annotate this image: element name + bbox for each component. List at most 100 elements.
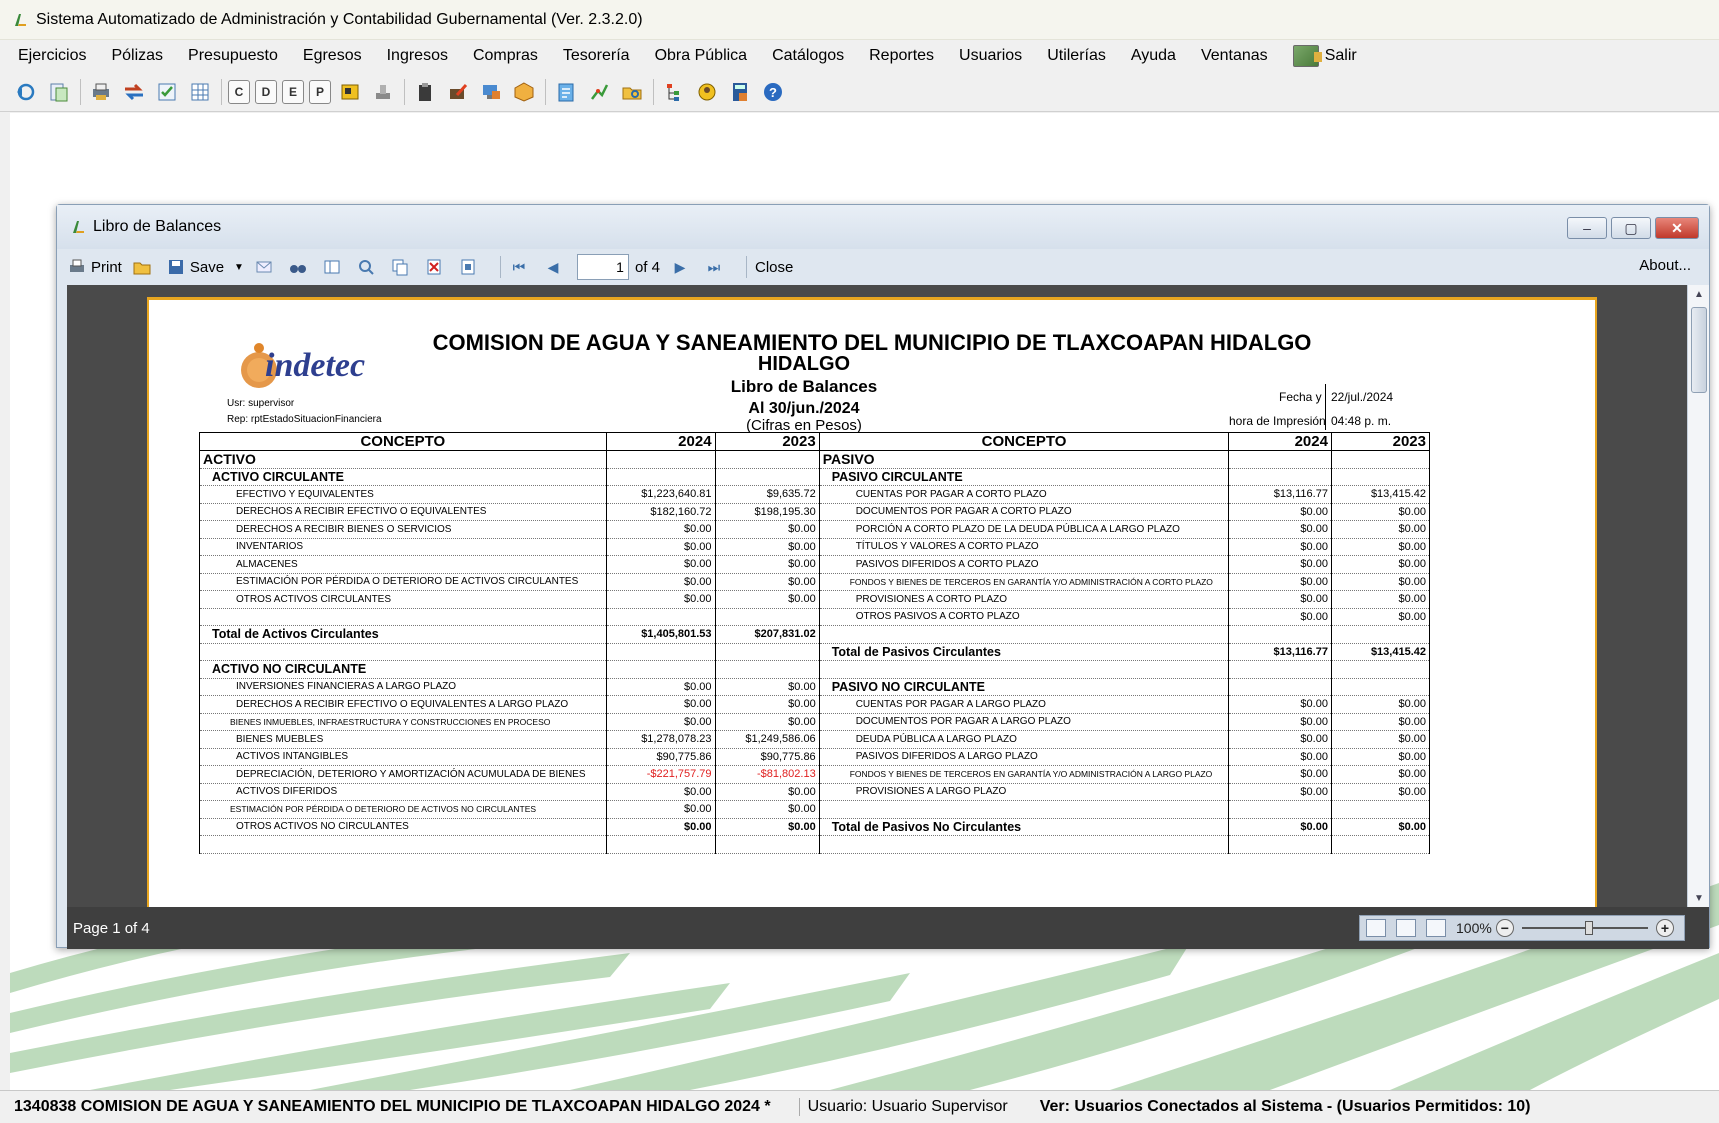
- hierarchy-icon[interactable]: [660, 78, 688, 106]
- menu-ventanas[interactable]: Ventanas: [1201, 47, 1268, 65]
- menu-presupuesto[interactable]: Presupuesto: [188, 47, 278, 65]
- menu-polizas[interactable]: Pólizas: [111, 47, 163, 65]
- menu-tesoreria[interactable]: Tesorería: [563, 47, 630, 65]
- activo-2023-cell: $9,635.72: [714, 485, 820, 504]
- copy-button[interactable]: [390, 257, 414, 277]
- report-window-titlebar[interactable]: Libro de Balances – ▢ ✕: [57, 205, 1709, 249]
- activo-2024-cell: $90,775.86: [605, 748, 716, 766]
- fit-page-icon[interactable]: [1366, 919, 1386, 937]
- tree-chart-icon[interactable]: [585, 78, 613, 106]
- menu-obra-publica[interactable]: Obra Pública: [655, 47, 748, 65]
- tool-d-button[interactable]: D: [255, 79, 277, 104]
- activo-concept-cell: OTROS ACTIVOS NO CIRCULANTES: [199, 818, 607, 836]
- pasivo-2023-cell: $0.00: [1330, 520, 1431, 539]
- pasivo-2024-cell: $0.00: [1228, 538, 1332, 556]
- report-icon[interactable]: [552, 78, 580, 106]
- scroll-down-icon[interactable]: ▼: [1688, 889, 1710, 907]
- about-button[interactable]: About...: [1639, 257, 1691, 274]
- page-setup-button[interactable]: [458, 257, 482, 277]
- report-page: indetec COMISION DE AGUA Y SANEAMIENTO D…: [147, 297, 1597, 907]
- pasivo-2023-cell: $0.00: [1330, 730, 1431, 749]
- scroll-thumb[interactable]: [1691, 307, 1707, 393]
- column-header-concepto: CONCEPTO: [818, 432, 1230, 451]
- pasivo-2023-cell: $13,415.42: [1330, 485, 1431, 504]
- menu-reportes[interactable]: Reportes: [869, 47, 934, 65]
- table-row: [199, 835, 1431, 854]
- grid-icon[interactable]: [186, 78, 214, 106]
- tool-p-button[interactable]: P: [309, 79, 331, 104]
- app-title-bar: Sistema Automatizado de Administración y…: [0, 0, 1719, 40]
- activo-2023-cell: $198,195.30: [714, 503, 820, 521]
- page-number-input[interactable]: [576, 254, 629, 280]
- delete-button[interactable]: [424, 257, 448, 277]
- computer-icon[interactable]: [477, 78, 505, 106]
- activo-2024-cell: $1,223,640.81: [605, 485, 716, 504]
- connected-users-link[interactable]: Ver: Usuarios Conectados al Sistema - (U…: [1040, 1098, 1531, 1116]
- maximize-button[interactable]: ▢: [1611, 217, 1651, 239]
- table-row: ALMACENES $0.00 $0.00 PASIVOS DIFERIDOS A C…: [199, 555, 1431, 574]
- multi-page-icon[interactable]: [1426, 919, 1446, 937]
- zoom-button[interactable]: [356, 257, 380, 277]
- user-badge-icon[interactable]: [693, 78, 721, 106]
- form-icon[interactable]: [336, 78, 364, 106]
- zoom-in-icon[interactable]: +: [1656, 919, 1674, 937]
- scroll-up-icon[interactable]: ▲: [1688, 285, 1710, 303]
- printer-icon[interactable]: [87, 78, 115, 106]
- pasivo-2023-cell: [1330, 678, 1431, 696]
- next-page-button[interactable]: ▶: [670, 257, 694, 277]
- zoom-slider-knob[interactable]: [1584, 921, 1593, 935]
- copy-icon: [390, 257, 410, 277]
- checklist-icon[interactable]: [153, 78, 181, 106]
- stamp-icon[interactable]: [369, 78, 397, 106]
- close-report-button[interactable]: Close: [755, 259, 793, 276]
- email-button[interactable]: [254, 257, 278, 277]
- activo-2023-cell: $90,775.86: [714, 748, 820, 766]
- menu-compras[interactable]: Compras: [473, 47, 538, 65]
- pasivo-2023-cell: $0.00: [1330, 695, 1431, 714]
- tool-e-button[interactable]: E: [282, 79, 304, 104]
- print-button[interactable]: Print: [67, 257, 122, 277]
- open-button[interactable]: [132, 257, 156, 277]
- close-window-button[interactable]: ✕: [1655, 217, 1699, 239]
- toolbar-separator: [221, 78, 222, 105]
- menu-utilerias[interactable]: Utilerías: [1047, 47, 1106, 65]
- first-page-button[interactable]: ⏮: [509, 257, 533, 277]
- org-title-line2: HIDALGO: [757, 353, 851, 375]
- activo-2023-cell: $0.00: [714, 818, 820, 836]
- help-icon[interactable]: ?: [759, 78, 787, 106]
- menu-catalogos[interactable]: Catálogos: [772, 47, 844, 65]
- menu-ingresos[interactable]: Ingresos: [387, 47, 448, 65]
- minimize-button[interactable]: –: [1567, 217, 1607, 239]
- tool-c-button[interactable]: C: [228, 79, 250, 104]
- save-button[interactable]: Save ▼: [166, 257, 244, 277]
- refresh-icon[interactable]: [12, 78, 40, 106]
- pasivo-concept-cell: PASIVOS DIFERIDOS A LARGO PLAZO: [818, 748, 1230, 766]
- zoom-out-icon[interactable]: −: [1495, 919, 1514, 937]
- document-stack-icon[interactable]: [45, 78, 73, 106]
- menu-ejercicios[interactable]: Ejercicios: [18, 47, 86, 65]
- toc-button[interactable]: [322, 257, 346, 277]
- zoom-slider[interactable]: [1521, 921, 1648, 935]
- pasivo-2024-cell: $0.00: [1228, 818, 1332, 836]
- transfer-icon[interactable]: [120, 78, 148, 106]
- menu-egresos[interactable]: Egresos: [303, 47, 362, 65]
- menu-ayuda[interactable]: Ayuda: [1131, 47, 1176, 65]
- last-page-button[interactable]: ⏭: [704, 257, 728, 277]
- activo-2024-cell: $0.00: [605, 695, 716, 714]
- package-icon[interactable]: [510, 78, 538, 106]
- table-row: OTROS ACTIVOS NO CIRCULANTES $0.00 $0.00 To…: [199, 818, 1431, 836]
- menu-usuarios[interactable]: Usuarios: [959, 47, 1022, 65]
- chevron-down-icon[interactable]: ▼: [234, 262, 244, 273]
- prev-page-button[interactable]: ◀: [543, 257, 567, 277]
- folder-search-icon[interactable]: [618, 78, 646, 106]
- edit-icon[interactable]: [444, 78, 472, 106]
- pasivo-2024-cell: $13,116.77: [1228, 643, 1332, 661]
- clipboard-icon[interactable]: [411, 78, 439, 106]
- single-page-icon[interactable]: [1396, 919, 1416, 937]
- delete-icon: [424, 257, 444, 277]
- vertical-scrollbar[interactable]: ▲ ▼: [1687, 285, 1709, 907]
- report-viewer[interactable]: indetec COMISION DE AGUA Y SANEAMIENTO D…: [67, 285, 1687, 907]
- menu-salir[interactable]: Salir: [1292, 45, 1357, 67]
- calculator-icon[interactable]: [726, 78, 754, 106]
- find-button[interactable]: [288, 257, 312, 277]
